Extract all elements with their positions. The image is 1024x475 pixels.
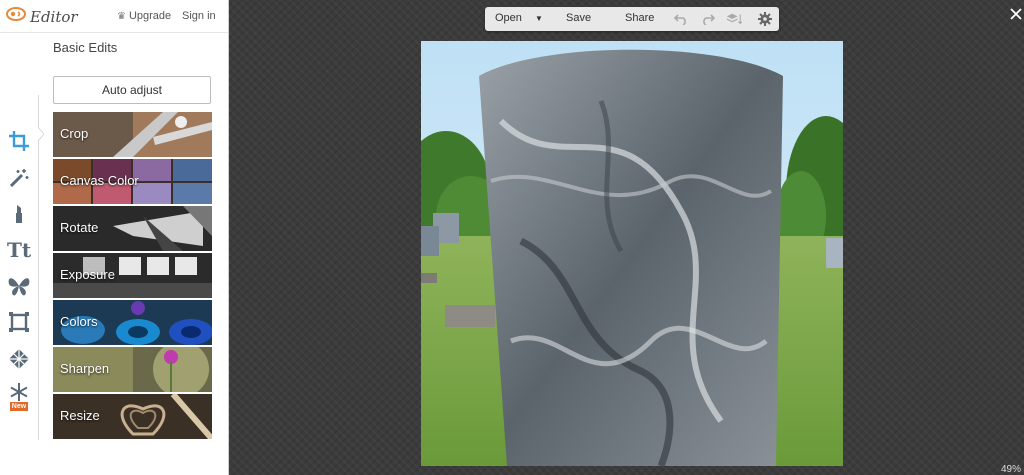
signin-link[interactable]: Sign in	[182, 10, 216, 22]
edit-tile-colors[interactable]: Colors	[53, 300, 212, 345]
auto-adjust-button[interactable]: Auto adjust	[53, 76, 211, 104]
top-toolbar: Open ▼ Save Share	[485, 7, 779, 31]
magic-wand-icon[interactable]	[6, 165, 32, 191]
photo-canvas[interactable]	[421, 41, 843, 466]
butterfly-icon[interactable]	[6, 273, 32, 299]
edit-tile-label: Resize	[60, 408, 100, 423]
new-badge: New	[9, 401, 29, 411]
edit-tile-canvas-color[interactable]: Canvas Color	[53, 159, 212, 204]
text-glyph: Tt	[6, 238, 32, 262]
frame-icon[interactable]	[6, 309, 32, 335]
edit-tile-label: Rotate	[60, 220, 99, 235]
crop-tool-icon[interactable]	[6, 128, 32, 154]
section-title: Basic Edits	[53, 40, 118, 55]
close-icon[interactable]	[1010, 8, 1022, 20]
logo[interactable]: Editor	[6, 6, 78, 27]
edit-tile-exposure[interactable]: Exposure	[53, 253, 212, 298]
edit-tile-crop[interactable]: Crop	[53, 112, 212, 157]
redo-icon[interactable]	[700, 11, 716, 27]
open-button[interactable]: Open ▼	[495, 12, 543, 24]
logo-text: Editor	[30, 7, 78, 26]
gravestone-photo	[421, 41, 843, 466]
edit-tile-label: Sharpen	[60, 361, 110, 376]
open-label: Open	[495, 12, 522, 24]
text-tool-icon[interactable]: Tt	[6, 237, 32, 263]
zoom-level: 49%	[1001, 464, 1022, 475]
rail-notch	[37, 127, 44, 141]
top-bar: Editor ♛ Upgrade Sign in	[0, 0, 228, 33]
edit-tile-sharpen[interactable]: Sharpen	[53, 347, 212, 392]
settings-icon[interactable]	[757, 11, 773, 27]
edit-tile-resize[interactable]: Resize	[53, 394, 212, 439]
rail-divider	[38, 95, 39, 440]
left-panel: Editor ♛ Upgrade Sign in Basic Edits Aut…	[0, 0, 229, 475]
share-button[interactable]: Share	[625, 12, 654, 24]
lipstick-icon[interactable]	[6, 200, 32, 226]
logo-icon	[6, 6, 26, 27]
chevron-down-icon: ▼	[534, 14, 543, 23]
undo-icon[interactable]	[673, 11, 689, 27]
edit-tile-label: Crop	[60, 126, 89, 141]
upgrade-link[interactable]: ♛ Upgrade	[117, 10, 171, 22]
edit-tile-label: Canvas Color	[60, 173, 139, 188]
snowflake-icon[interactable]: New	[6, 380, 32, 412]
save-button[interactable]: Save	[566, 12, 591, 24]
edit-tile-label: Exposure	[60, 267, 115, 282]
layers-icon[interactable]	[726, 11, 742, 27]
crown-icon: ♛	[117, 10, 126, 22]
texture-icon[interactable]	[6, 346, 32, 372]
edit-tile-label: Colors	[60, 314, 98, 329]
edit-tile-rotate[interactable]: Rotate	[53, 206, 212, 251]
upgrade-label: Upgrade	[128, 10, 172, 22]
